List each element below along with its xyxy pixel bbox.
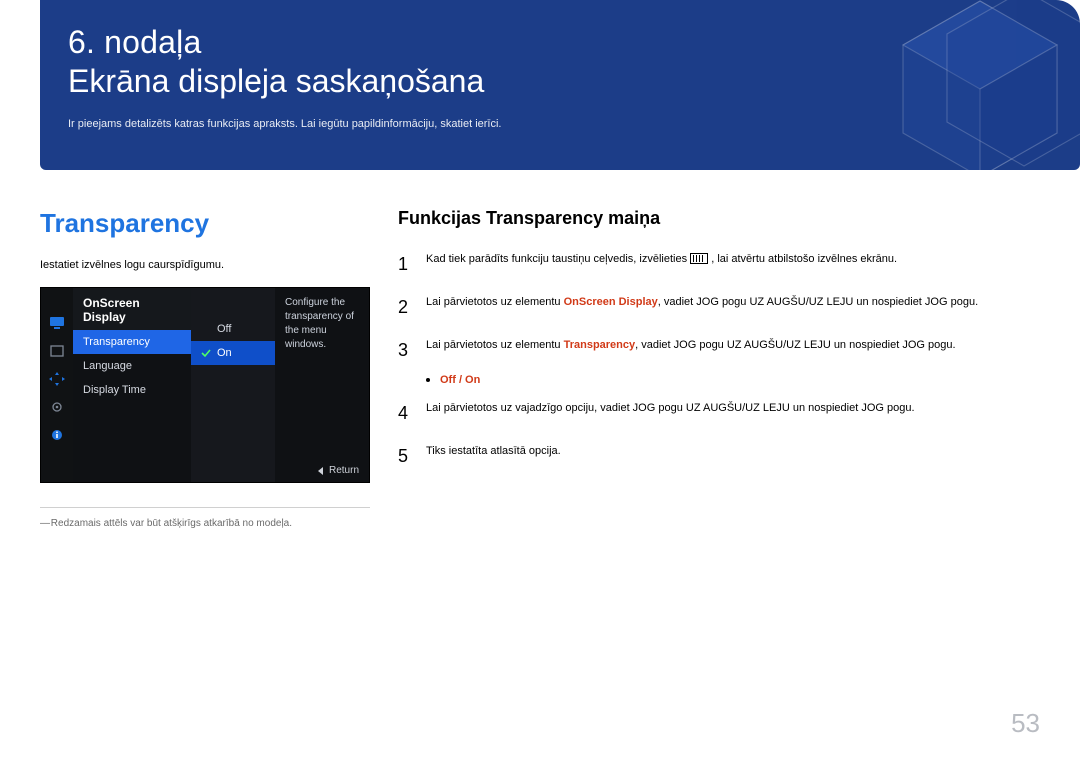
osd-option-label: Off bbox=[217, 323, 231, 335]
left-column: Transparency Iestatiet izvēlnes logu cau… bbox=[40, 208, 370, 529]
osd-item-display-time[interactable]: Display Time bbox=[73, 378, 191, 402]
step-number: 1 bbox=[398, 251, 412, 278]
section-lead: Iestatiet izvēlnes logu caurspīdīgumu. bbox=[40, 259, 370, 271]
step-number: 5 bbox=[398, 443, 412, 470]
step-number: 3 bbox=[398, 337, 412, 364]
check-icon bbox=[201, 324, 211, 334]
osd-option-off[interactable]: Off bbox=[191, 317, 275, 341]
highlight-onscreen-display: OnScreen Display bbox=[564, 296, 658, 308]
gear-icon bbox=[48, 400, 66, 414]
step-text: Lai pārvietotos uz vajadzīgo opciju, vad… bbox=[426, 400, 1040, 427]
osd-item-language[interactable]: Language bbox=[73, 354, 191, 378]
bullet-icon bbox=[426, 378, 430, 382]
page-number: 53 bbox=[1011, 708, 1040, 739]
step-text: Lai pārvietotos uz elementu Transparency… bbox=[426, 337, 1040, 364]
divider bbox=[40, 507, 370, 508]
step-text-post: , vadiet JOG pogu UZ AUGŠU/UZ LEJU un no… bbox=[635, 339, 955, 351]
osd-menu: OnScreen Display Transparency Language D… bbox=[73, 288, 191, 482]
osd-menu-title: OnScreen Display bbox=[73, 288, 191, 330]
monitor-icon bbox=[48, 316, 66, 330]
step-5: 5 Tiks iestatīta atlasītā opcija. bbox=[398, 443, 1040, 470]
step-number: 2 bbox=[398, 294, 412, 321]
step-text-post: , lai atvērtu atbilstošo izvēlnes ekrānu… bbox=[711, 253, 897, 265]
footnote: Redzamais attēls var būt atšķirīgs atkar… bbox=[40, 518, 370, 529]
body-columns: Transparency Iestatiet izvēlnes logu cau… bbox=[40, 208, 1040, 529]
osd-option-label: On bbox=[217, 347, 232, 359]
osd-preview: OnScreen Display Transparency Language D… bbox=[40, 287, 370, 483]
section-title: Transparency bbox=[40, 208, 370, 239]
page: 6. nodaļa Ekrāna displeja saskaņošana Ir… bbox=[0, 0, 1080, 763]
osd-option-on[interactable]: On bbox=[191, 341, 275, 365]
step-text-pre: Lai pārvietotos uz elementu bbox=[426, 296, 564, 308]
chapter-hero: 6. nodaļa Ekrāna displeja saskaņošana Ir… bbox=[40, 0, 1080, 170]
osd-return-label: Return bbox=[329, 465, 359, 476]
menu-grip-icon bbox=[690, 253, 708, 264]
osd-sidebar-rail bbox=[41, 288, 73, 482]
step-3: 3 Lai pārvietotos uz elementu Transparen… bbox=[398, 337, 1040, 364]
osd-return[interactable]: Return bbox=[318, 465, 359, 476]
step-1: 1 Kad tiek parādīts funkciju taustiņu ce… bbox=[398, 251, 1040, 278]
step-text-pre: Lai pārvietotos uz elementu bbox=[426, 339, 564, 351]
highlight-transparency: Transparency bbox=[564, 339, 636, 351]
osd-item-transparency[interactable]: Transparency bbox=[73, 330, 191, 354]
step-text: Kad tiek parādīts funkciju taustiņu ceļv… bbox=[426, 251, 1040, 278]
step-4: 4 Lai pārvietotos uz vajadzīgo opciju, v… bbox=[398, 400, 1040, 427]
step-text: Lai pārvietotos uz elementu OnScreen Dis… bbox=[426, 294, 1040, 321]
chapter-subtitle: Ir pieejams detalizēts katras funkcijas … bbox=[68, 116, 1052, 133]
box-icon bbox=[48, 344, 66, 358]
step-text: Tiks iestatīta atlasītā opcija. bbox=[426, 443, 1040, 470]
osd-description: Configure the transparency of the menu w… bbox=[275, 288, 369, 482]
step-2: 2 Lai pārvietotos uz elementu OnScreen D… bbox=[398, 294, 1040, 321]
right-section-title: Funkcijas Transparency maiņa bbox=[398, 208, 1040, 229]
right-column: Funkcijas Transparency maiņa 1 Kad tiek … bbox=[398, 208, 1040, 529]
options-bullet: Off / On bbox=[426, 374, 1040, 386]
options-off-on: Off / On bbox=[440, 374, 480, 386]
check-icon bbox=[201, 348, 211, 358]
osd-submenu: Off On bbox=[191, 288, 275, 482]
arrows-icon bbox=[48, 372, 66, 386]
step-number: 4 bbox=[398, 400, 412, 427]
step-text-pre: Kad tiek parādīts funkciju taustiņu ceļv… bbox=[426, 253, 690, 265]
hero-cube-art bbox=[870, 0, 1080, 170]
step-text-post: , vadiet JOG pogu UZ AUGŠU/UZ LEJU un no… bbox=[658, 296, 978, 308]
triangle-left-icon bbox=[318, 467, 323, 475]
info-icon bbox=[48, 428, 66, 442]
